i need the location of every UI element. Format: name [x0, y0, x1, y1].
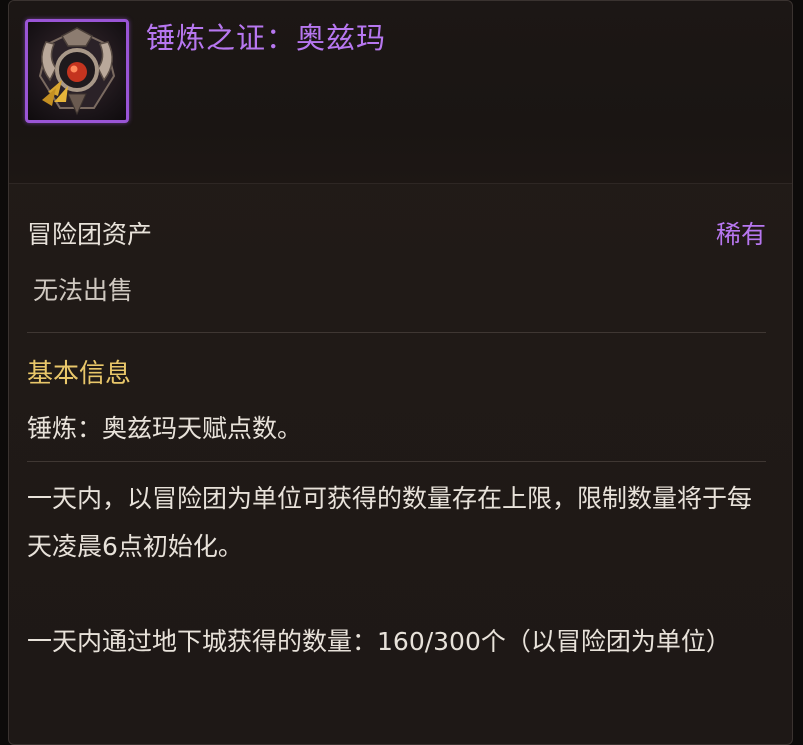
divider [27, 461, 766, 462]
daily-limit-text: 一天内，以冒险团为单位可获得的数量存在上限，限制数量将于每天凌晨6点初始化。 [27, 484, 753, 561]
item-rarity: 稀有 [715, 220, 766, 249]
item-description: 锤炼：奥兹玛天赋点数。 [27, 414, 303, 443]
divider [27, 332, 766, 333]
item-title: 锤炼之证：奥兹玛 [146, 21, 387, 55]
item-category: 冒险团资产 [27, 220, 153, 249]
section-heading-basic-info: 基本信息 [27, 359, 132, 389]
sell-status: 无法出售 [33, 276, 134, 305]
item-tooltip: 锤炼之证：奥兹玛 冒险团资产 稀有 无法出售 基本信息 锤炼：奥兹玛天赋点数。 … [8, 0, 793, 745]
dungeon-count-text: 一天内通过地下城获得的数量：160/300个（以冒险团为单位） [27, 627, 731, 656]
tooltip-header: 锤炼之证：奥兹玛 [9, 1, 792, 184]
hammer-crest-emblem-icon [25, 19, 129, 123]
